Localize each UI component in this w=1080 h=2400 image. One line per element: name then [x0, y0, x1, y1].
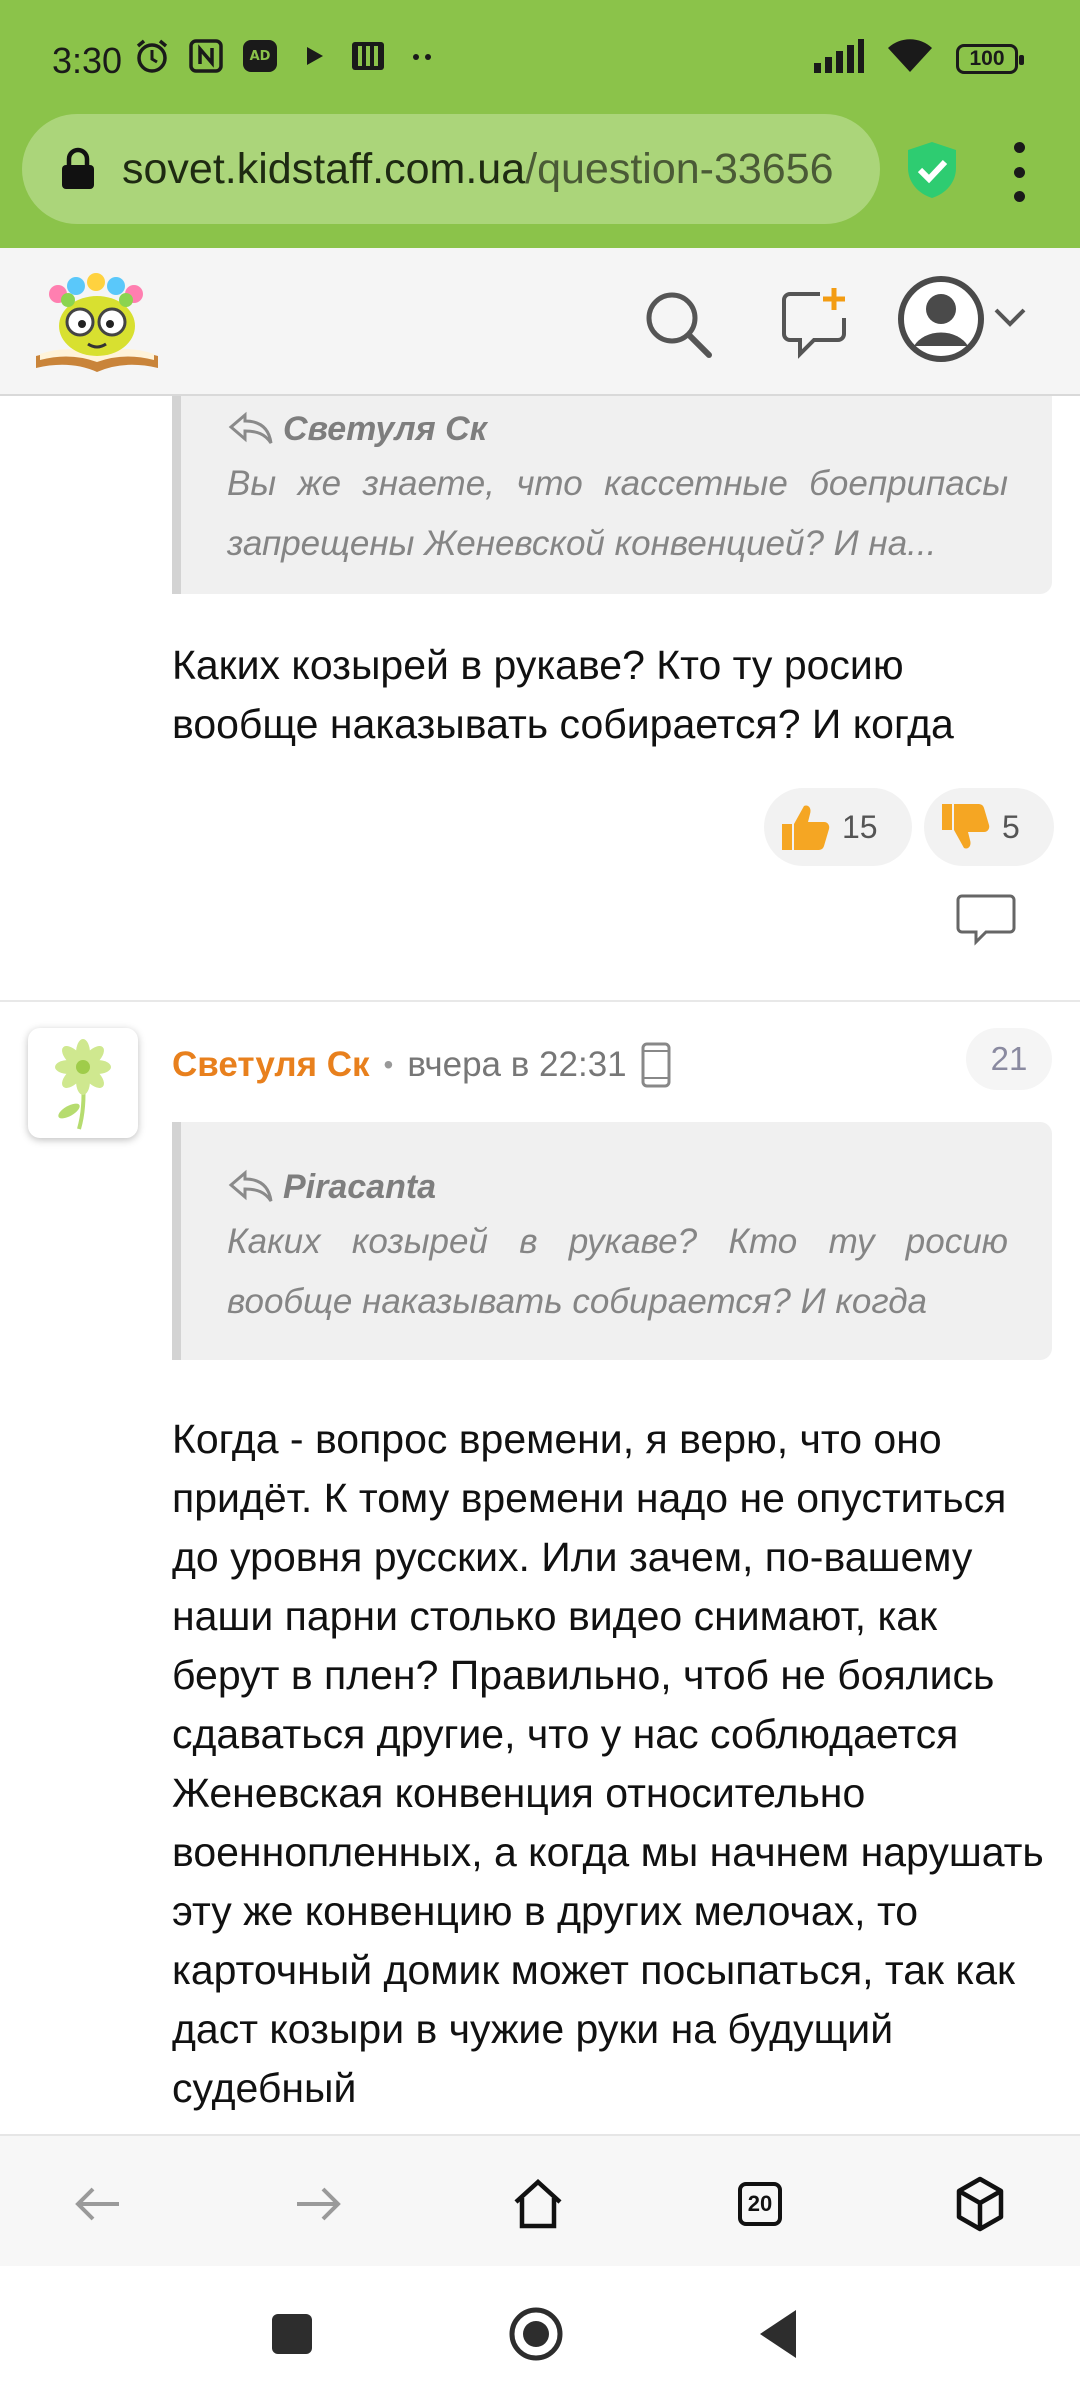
shield-check-icon[interactable] — [904, 140, 960, 200]
url-host: sovet.kidstaff.com.ua — [122, 144, 526, 193]
nfc-icon — [186, 36, 226, 76]
comment-avatar[interactable] — [28, 1028, 138, 1138]
svg-text:AD: AD — [250, 49, 271, 64]
wifi-icon — [886, 38, 934, 79]
tabs-button[interactable]: 20 — [730, 2174, 790, 2234]
address-bar[interactable]: sovet.kidstaff.com.ua/question-33656 — [22, 114, 880, 224]
recents-icon[interactable] — [264, 2306, 320, 2362]
comment-quote-author[interactable]: Piracanta — [283, 1168, 436, 1207]
like-button[interactable]: 15 — [764, 788, 912, 866]
extensions-icon — [956, 2176, 1004, 2232]
system-navigation-bar — [0, 2266, 1080, 2400]
post-text: Каких козырей в рукаве? Кто ту росию воо… — [172, 642, 954, 747]
comment-quote-block: Piracanta Каких козырей в рукаве? Кто ту… — [172, 1122, 1052, 1360]
chevron-down-icon[interactable] — [990, 302, 1030, 332]
site-header — [0, 248, 1080, 396]
ad-icon: AD — [240, 36, 280, 76]
divider — [0, 1000, 1080, 1002]
dislike-button[interactable]: 5 — [924, 788, 1054, 866]
back-nav-icon[interactable] — [752, 2306, 808, 2362]
reactions: 15 5 — [764, 788, 1054, 866]
comment-number[interactable]: 21 — [966, 1028, 1052, 1090]
quote-author[interactable]: Светуля Ск — [283, 410, 487, 449]
quote-text: Вы же знаете, что кассетные боеприпасы з… — [227, 464, 1008, 563]
forward-icon — [297, 2187, 341, 2221]
comment-meta: Светуля Ск • вчера в 22:31 — [172, 1042, 671, 1088]
comment-author[interactable]: Светуля Ск — [172, 1045, 370, 1085]
home-nav-icon[interactable] — [508, 2306, 564, 2362]
back-button[interactable] — [68, 2174, 128, 2234]
comment-time: вчера в 22:31 — [407, 1045, 627, 1084]
reply-arrow-icon — [228, 1169, 273, 1202]
tabs-icon: 20 — [738, 2182, 782, 2226]
status-icons-left: AD — [132, 36, 442, 76]
battery-level: 100 — [969, 46, 1005, 70]
signal-icon — [812, 39, 864, 78]
url-text: sovet.kidstaff.com.ua/question-33656 — [122, 145, 862, 194]
thumbs-up-icon — [782, 805, 830, 850]
battery-icon: 100 — [956, 43, 1024, 74]
forward-button[interactable] — [288, 2174, 348, 2234]
url-row: sovet.kidstaff.com.ua/question-33656 — [0, 112, 1080, 226]
menu-dots-icon[interactable] — [1004, 142, 1034, 202]
lock-icon — [62, 147, 94, 189]
extensions-button[interactable] — [950, 2174, 1010, 2234]
flower-icon — [55, 1039, 111, 1130]
reply-arrow-icon — [228, 411, 273, 444]
avatar-icon[interactable] — [898, 276, 984, 362]
quote-block: Светуля Ск Вы же знаете, что кассетные б… — [172, 396, 1052, 594]
home-icon — [514, 2178, 562, 2229]
dislike-count: 5 — [1002, 808, 1020, 845]
thread-content: Светуля Ск Вы же знаете, что кассетные б… — [0, 396, 1080, 2134]
search-icon[interactable] — [640, 286, 716, 362]
play-icon — [294, 36, 334, 76]
meta-separator: • — [383, 1049, 394, 1080]
reply-comment-icon[interactable] — [956, 892, 1016, 946]
browser-toolbar: 20 — [0, 2134, 1080, 2268]
status-time: 3:30 — [52, 40, 123, 81]
home-button[interactable] — [508, 2174, 568, 2234]
logo[interactable] — [30, 264, 164, 376]
new-post-icon[interactable] — [776, 284, 852, 360]
comment-quote-author-row: Piracanta — [227, 1162, 1008, 1212]
quote-author-row: Светуля Ск — [227, 404, 1008, 454]
media-icon — [348, 36, 388, 76]
url-path: /question-33656 — [525, 144, 834, 193]
more-dots-icon — [402, 36, 442, 76]
comment-text: Когда - вопрос времени, я верю, что оно … — [172, 1416, 1044, 2111]
comment-quote-text: Каких козырей в рукаве? Кто ту росию воо… — [227, 1222, 1008, 1321]
like-count: 15 — [842, 808, 878, 845]
thumbs-down-icon — [942, 804, 990, 849]
status-icons-right: 100 — [812, 38, 1024, 79]
back-icon — [75, 2187, 119, 2221]
browser-top-bar: 3:30 AD 100 sovet.kidstaff.com.ua/questi… — [0, 0, 1080, 248]
status-bar: 3:30 AD 100 — [0, 0, 1080, 110]
alarm-icon — [132, 36, 172, 76]
mobile-device-icon — [641, 1042, 671, 1088]
